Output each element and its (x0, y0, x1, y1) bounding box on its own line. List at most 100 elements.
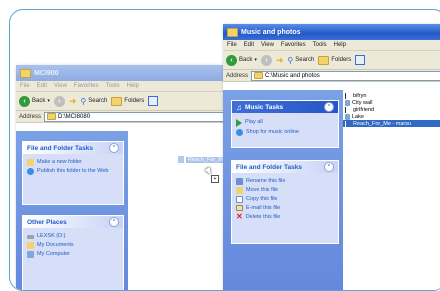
place-lexsk-drive[interactable]: LEXSK (D:) (23, 232, 123, 241)
front-window-toolbar: ‹ Back ▾ › ➜ ⚲ Search Folders (223, 51, 440, 70)
documents-folder-icon (27, 241, 34, 249)
search-button-label: Search (88, 98, 108, 104)
front-window-title: Music and photos (241, 28, 301, 36)
back-other-places-panel: Other Places ⌃ LEXSK (D:) My Documents My… (22, 215, 124, 290)
publish-web-icon (27, 168, 34, 175)
panel-header[interactable]: ♫ Music Tasks ⌃ (232, 101, 338, 113)
back-explorer-window: MCI900 File Edit View Favorites Tools He… (16, 65, 236, 290)
back-window-title: MCI900 (34, 69, 59, 77)
task-move-file[interactable]: Move this file (232, 186, 338, 195)
file-name: girlfriend (353, 106, 375, 113)
menu-help[interactable]: Help (334, 42, 346, 48)
back-file-folder-tasks-panel: File and Folder Tasks ⌃ Make a new folder… (22, 141, 124, 205)
panel-title: File and Folder Tasks (27, 144, 93, 152)
copy-file-icon (236, 196, 243, 203)
copy-plus-icon: + (211, 175, 219, 183)
folder-icon (47, 113, 57, 120)
file-name: Lake (352, 113, 364, 120)
collapse-chevron-icon[interactable]: ⌃ (324, 162, 334, 172)
task-make-new-folder[interactable]: Make a new folder (23, 158, 123, 167)
menu-edit[interactable]: Edit (244, 42, 254, 48)
front-explorer-window: Music and photos File Edit View Favorite… (223, 24, 440, 290)
panel-title: Other Places (27, 218, 67, 226)
back-button-label: Back (32, 98, 46, 104)
up-folder-icon[interactable]: ➜ (276, 55, 284, 66)
music-file-icon (345, 106, 351, 113)
task-copy-file[interactable]: Copy this file (232, 195, 338, 204)
up-folder-icon[interactable]: ➜ (69, 96, 77, 107)
rename-icon (236, 178, 243, 185)
file-item[interactable]: girlfriend (343, 106, 440, 113)
computer-icon (27, 250, 34, 258)
views-icon[interactable] (148, 96, 159, 106)
place-label: LEXSK (D:) (37, 233, 66, 239)
forward-arrow-icon[interactable]: › (53, 95, 65, 107)
folders-button[interactable]: Folders (111, 96, 145, 106)
search-button[interactable]: ⚲ Search (80, 97, 107, 106)
folders-button[interactable]: Folders (318, 55, 351, 65)
search-icon: ⚲ (80, 96, 87, 106)
folders-button-label: Folders (124, 98, 145, 104)
menu-file[interactable]: File (227, 42, 237, 48)
task-shop-music[interactable]: Shop for music online (232, 128, 338, 137)
place-my-documents[interactable]: My Documents (23, 241, 123, 250)
menu-edit[interactable]: Edit (37, 83, 47, 89)
menu-favorites[interactable]: Favorites (74, 83, 99, 89)
search-button[interactable]: ⚲ Search (287, 56, 314, 65)
panel-title: File and Folder Tasks (236, 163, 302, 171)
menu-view[interactable]: View (54, 83, 67, 89)
music-file-icon (345, 92, 351, 99)
back-button[interactable]: ‹ Back ▾ (19, 95, 50, 107)
move-file-icon (236, 187, 243, 194)
back-window-content[interactable] (128, 131, 236, 290)
collapse-chevron-icon[interactable]: ⌃ (109, 143, 119, 153)
address-field[interactable]: C:\Music and photos (251, 70, 440, 81)
image-file-icon (345, 113, 350, 120)
panel-header[interactable]: Other Places ⌃ (23, 216, 123, 228)
task-rename-file[interactable]: Rename this file (232, 177, 338, 186)
folder-icon (20, 68, 31, 78)
menu-favorites[interactable]: Favorites (281, 42, 306, 48)
front-window-titlebar[interactable]: Music and photos (223, 24, 440, 40)
file-list[interactable]: bifryn City wall girlfriend Lake Reach_F… (343, 90, 440, 290)
panel-header[interactable]: File and Folder Tasks ⌃ (23, 142, 123, 154)
music-file-icon (345, 120, 351, 127)
file-item[interactable]: Lake (343, 113, 440, 120)
views-icon[interactable] (355, 55, 366, 65)
forward-arrow-icon[interactable]: › (260, 54, 272, 66)
place-my-computer[interactable]: My Computer (23, 250, 123, 259)
back-button[interactable]: ‹ Back ▾ (226, 54, 257, 66)
folders-icon (111, 96, 123, 106)
folders-icon (318, 55, 330, 65)
music-file-icon (178, 156, 184, 163)
menu-view[interactable]: View (261, 42, 274, 48)
file-item-selected[interactable]: Reach_For_Me - marsu (343, 120, 440, 127)
task-publish-folder[interactable]: Publish this folder to the Web (23, 167, 123, 176)
menu-file[interactable]: File (20, 83, 30, 89)
new-folder-icon (27, 159, 34, 166)
task-email-file[interactable]: E-mail this file (232, 204, 338, 213)
address-field[interactable]: D:\MCI8080 (44, 111, 234, 122)
panel-header[interactable]: File and Folder Tasks ⌃ (232, 161, 338, 173)
address-label: Address (19, 113, 42, 120)
back-window-titlebar[interactable]: MCI900 (16, 65, 236, 81)
file-item[interactable]: bifryn (343, 92, 440, 99)
panel-title: Music Tasks (245, 103, 284, 111)
task-play-all[interactable]: Play all (232, 118, 338, 128)
file-item[interactable]: City wall (343, 99, 440, 106)
collapse-chevron-icon[interactable]: ⌃ (109, 217, 119, 227)
collapse-chevron-icon[interactable]: ⌃ (324, 102, 334, 112)
menu-help[interactable]: Help (127, 83, 139, 89)
task-label: Move this file (246, 187, 279, 193)
folder-icon (227, 27, 238, 37)
task-label: Copy this file (246, 196, 278, 202)
task-label: Rename this file (246, 178, 286, 184)
drive-icon (27, 235, 34, 239)
task-label: Delete this file (245, 213, 281, 220)
place-label: My Computer (37, 250, 71, 257)
task-delete-file[interactable]: ✕ Delete this file (232, 212, 338, 222)
menu-tools[interactable]: Tools (106, 83, 120, 89)
menu-tools[interactable]: Tools (313, 42, 327, 48)
task-label: Make a new folder (37, 159, 82, 165)
back-address-bar: Address D:\MCI8080 (16, 111, 236, 123)
